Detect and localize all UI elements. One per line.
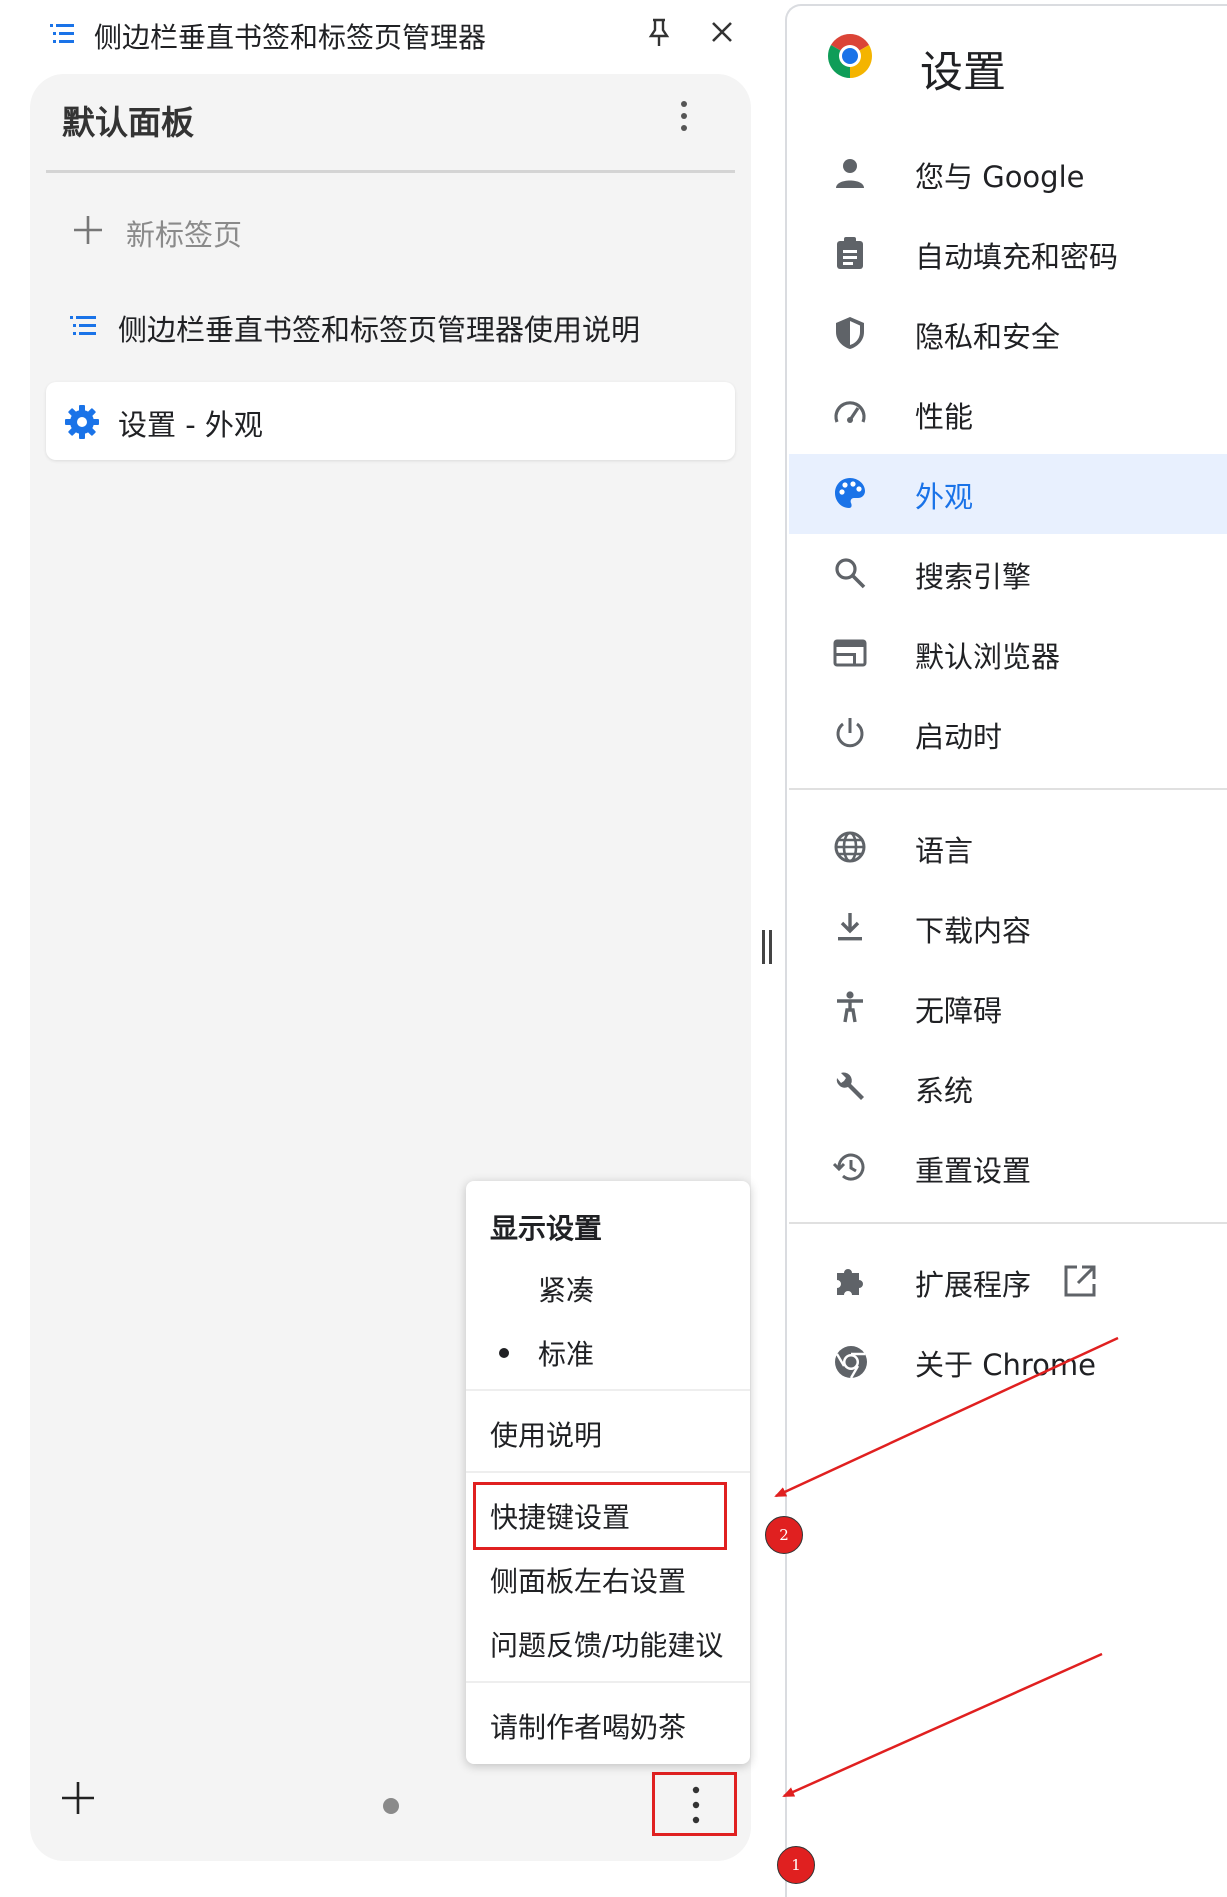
panel-more-icon[interactable] <box>680 100 688 136</box>
more-popup-menu: 显示设置 紧凑 标准 使用说明 快捷键设置 侧面板左右设置 问题反馈/功能建议 … <box>466 1181 750 1764</box>
menu-separator <box>466 1471 750 1473</box>
nav-reset[interactable]: 重置设置 <box>789 1128 1227 1208</box>
history-icon <box>832 1150 867 1188</box>
close-icon[interactable] <box>710 20 734 48</box>
nav-performance[interactable]: 性能 <box>789 374 1227 454</box>
page-indicator-dot[interactable] <box>383 1798 399 1814</box>
donate-menu-item[interactable]: 请制作者喝奶茶 <box>490 1706 686 1746</box>
selected-bullet-icon <box>499 1348 509 1358</box>
new-tab-item[interactable]: 新标签页 <box>46 192 735 270</box>
shield-icon <box>833 316 867 354</box>
nav-default-browser[interactable]: 默认浏览器 <box>789 614 1227 694</box>
nav-downloads[interactable]: 下载内容 <box>789 888 1227 968</box>
more-vert-icon <box>692 1786 700 1824</box>
search-icon <box>833 556 867 594</box>
nav-search-engine[interactable]: 搜索引擎 <box>789 534 1227 614</box>
nav-label: 无障碍 <box>915 994 1003 1028</box>
settings-appearance-item[interactable]: 设置 - 外观 <box>46 382 735 460</box>
menu-separator <box>466 1389 750 1391</box>
nav-privacy[interactable]: 隐私和安全 <box>789 294 1227 374</box>
person-icon <box>833 156 867 194</box>
nav-label: 性能 <box>915 400 974 434</box>
nav-label: 启动时 <box>915 720 1003 754</box>
settings-title: 设置 <box>920 48 1006 98</box>
annotation-badge: 1 <box>777 1846 815 1884</box>
density-standard-option[interactable]: 标准 <box>538 1333 594 1373</box>
nav-label: 默认浏览器 <box>915 640 1061 674</box>
browser-icon <box>833 636 867 674</box>
nav-appearance[interactable]: 外观 <box>789 454 1227 534</box>
nav-extensions[interactable]: 扩展程序 <box>789 1242 1227 1322</box>
nav-label: 外观 <box>915 480 974 514</box>
power-icon <box>833 716 867 754</box>
settings-appearance-label: 设置 - 外观 <box>118 408 263 442</box>
panel-title: 默认面板 <box>62 103 194 142</box>
more-menu-button[interactable] <box>652 1772 737 1836</box>
puzzle-icon <box>833 1264 867 1302</box>
usage-guide-menu-item[interactable]: 使用说明 <box>490 1414 602 1454</box>
display-settings-heading: 显示设置 <box>490 1212 603 1245</box>
clipboard-icon <box>833 236 867 274</box>
help-doc-item[interactable]: 侧边栏垂直书签和标签页管理器使用说明 <box>46 287 735 365</box>
shortcut-settings-menu-item[interactable]: 快捷键设置 <box>490 1496 630 1536</box>
nav-label: 您与 Google <box>915 160 1085 194</box>
panel-side-settings-menu-item[interactable]: 侧面板左右设置 <box>490 1560 686 1600</box>
nav-label: 系统 <box>915 1074 974 1108</box>
gear-icon <box>64 404 100 444</box>
nav-separator <box>789 1222 1227 1224</box>
speedometer-icon <box>833 396 867 434</box>
list-icon <box>70 313 98 343</box>
nav-label: 自动填充和密码 <box>915 240 1119 274</box>
plus-icon <box>72 214 104 250</box>
palette-icon <box>833 476 867 514</box>
density-compact-option[interactable]: 紧凑 <box>538 1269 594 1309</box>
nav-label: 隐私和安全 <box>915 320 1061 354</box>
side-panel-window-title: 侧边栏垂直书签和标签页管理器 <box>94 21 487 54</box>
panel-divider <box>46 170 735 173</box>
wrench-icon <box>833 1070 867 1108</box>
nav-separator <box>789 788 1227 790</box>
new-tab-label: 新标签页 <box>126 218 243 252</box>
nav-about-chrome[interactable]: 关于 Chrome <box>789 1322 1227 1402</box>
nav-label: 语言 <box>915 834 974 868</box>
resize-handle[interactable] <box>760 930 776 964</box>
menu-separator <box>466 1681 750 1683</box>
annotation-badge: 2 <box>765 1516 803 1554</box>
globe-icon <box>833 830 867 868</box>
nav-languages[interactable]: 语言 <box>789 808 1227 888</box>
nav-on-startup[interactable]: 启动时 <box>789 694 1227 774</box>
nav-accessibility[interactable]: 无障碍 <box>789 968 1227 1048</box>
help-doc-label: 侧边栏垂直书签和标签页管理器使用说明 <box>118 313 641 347</box>
chrome-icon <box>833 1344 869 1384</box>
chrome-logo-icon <box>826 32 874 84</box>
list-icon <box>50 21 76 51</box>
pin-icon[interactable] <box>647 18 671 52</box>
nav-label: 扩展程序 <box>915 1268 1032 1302</box>
nav-you-and-google[interactable]: 您与 Google <box>789 134 1227 214</box>
side-panel-header: 侧边栏垂直书签和标签页管理器 <box>0 0 760 72</box>
nav-system[interactable]: 系统 <box>789 1048 1227 1128</box>
nav-label: 重置设置 <box>915 1154 1032 1188</box>
download-icon <box>833 910 867 948</box>
nav-label: 下载内容 <box>915 914 1032 948</box>
accessibility-icon <box>833 990 867 1028</box>
nav-label: 关于 Chrome <box>915 1348 1096 1382</box>
open-in-new-icon <box>1063 1264 1097 1302</box>
nav-autofill[interactable]: 自动填充和密码 <box>789 214 1227 294</box>
nav-label: 搜索引擎 <box>915 560 1032 594</box>
feedback-menu-item[interactable]: 问题反馈/功能建议 <box>490 1624 723 1664</box>
add-icon[interactable] <box>60 1780 96 1820</box>
